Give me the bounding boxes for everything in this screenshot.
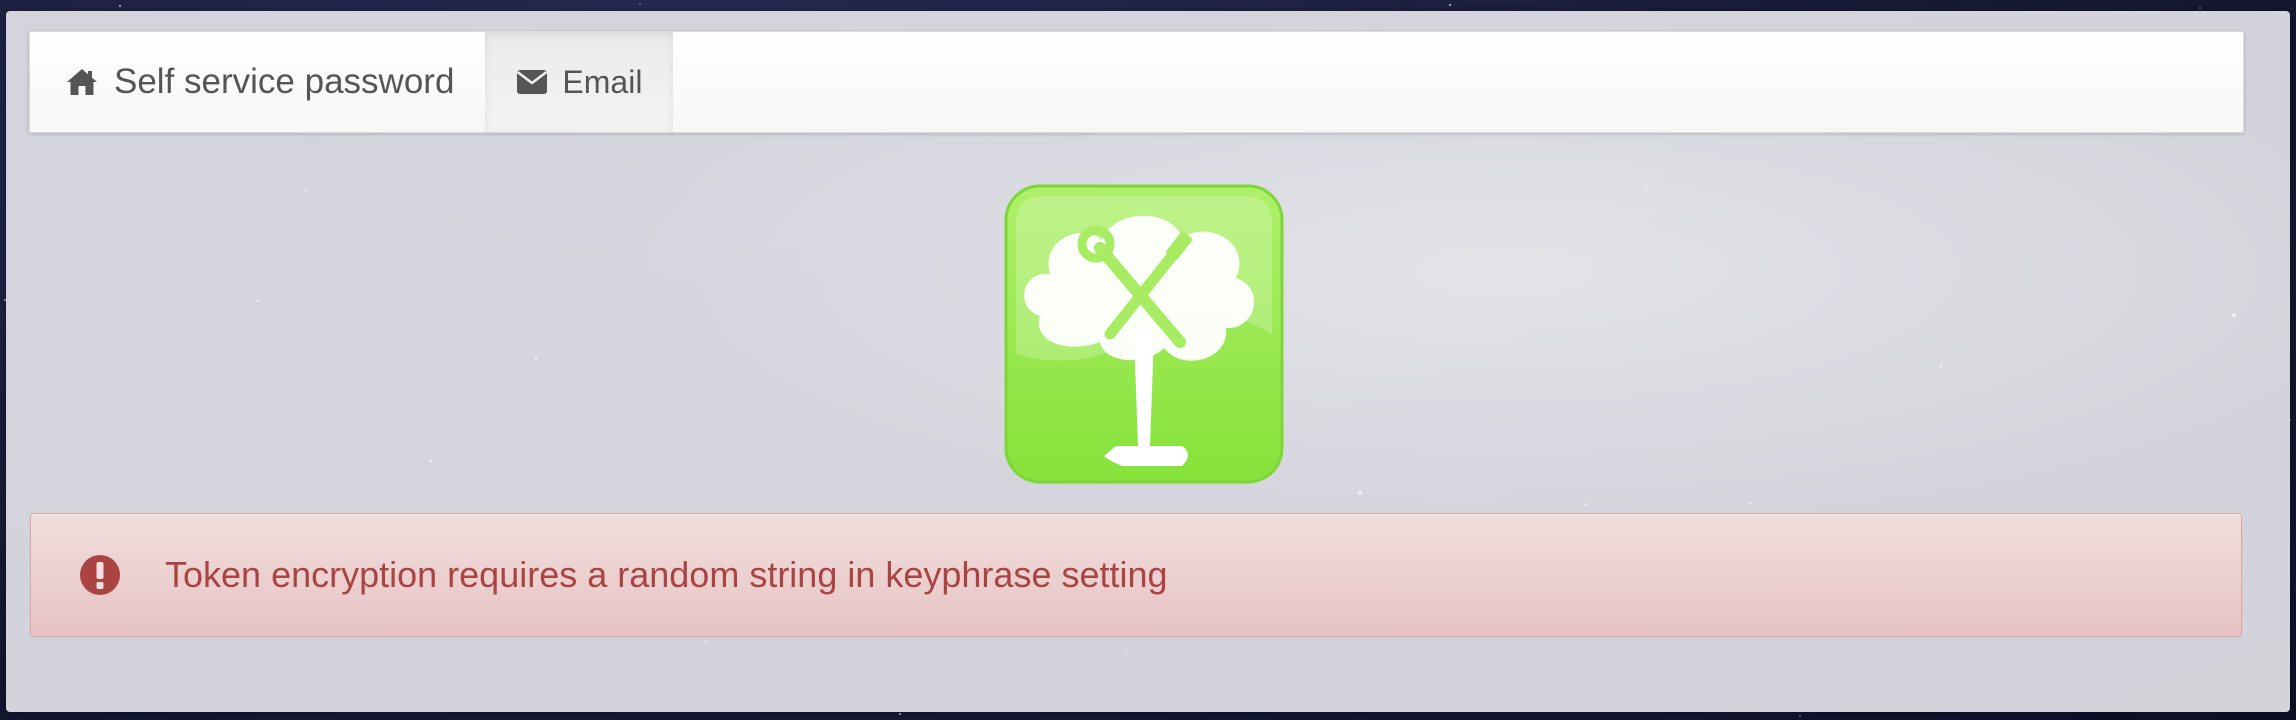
exclamation-circle-icon (79, 554, 121, 596)
home-icon (66, 67, 98, 97)
top-navbar: Self service password Email (29, 31, 2244, 133)
alert-message: Token encryption requires a random strin… (165, 554, 1168, 595)
nav-item-email-label: Email (562, 63, 643, 100)
nav-item-email[interactable]: Email (485, 32, 674, 132)
error-alert: Token encryption requires a random strin… (30, 513, 2242, 637)
envelope-icon (516, 69, 548, 95)
tree-tools-logo (1004, 184, 1284, 484)
nav-brand-label: Self service password (114, 62, 455, 101)
nav-brand-home-link[interactable]: Self service password (30, 32, 485, 132)
